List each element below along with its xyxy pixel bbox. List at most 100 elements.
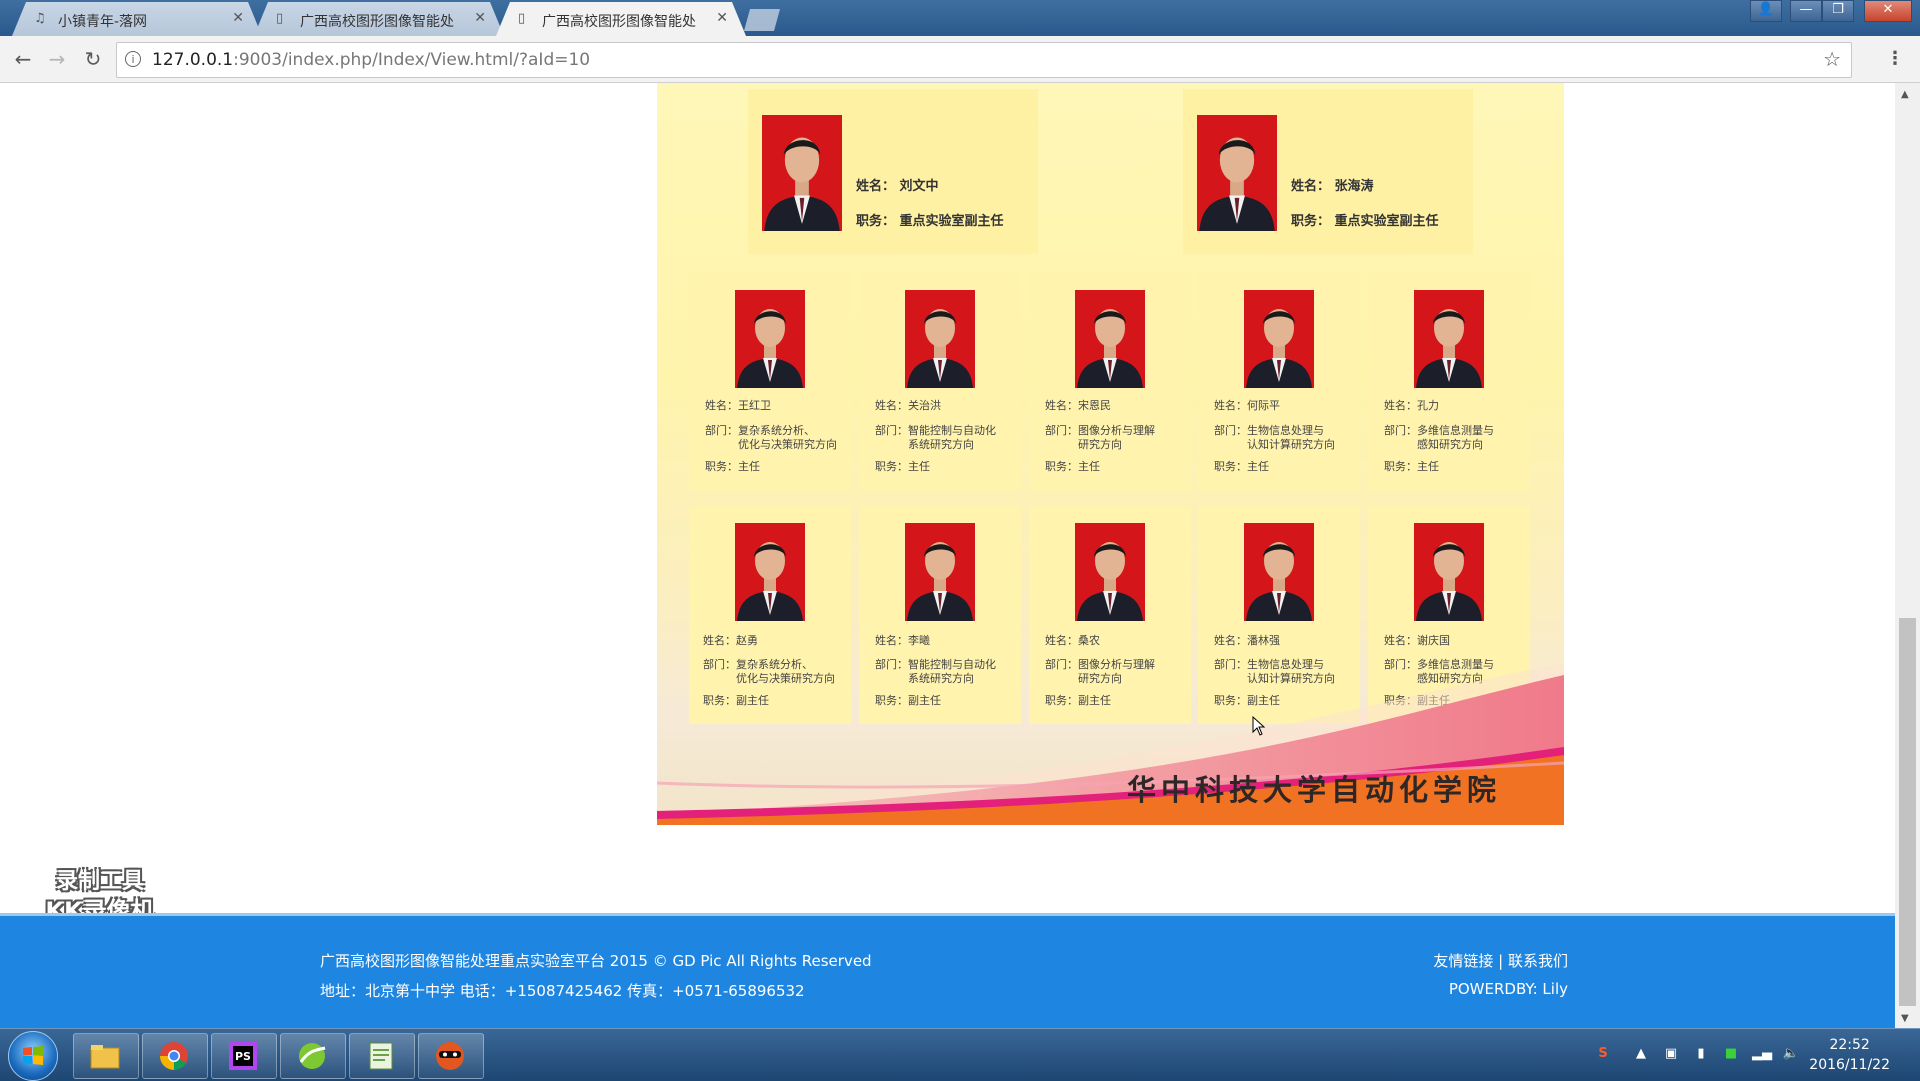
member-dept: 部门：生物信息处理与	[1214, 424, 1324, 437]
windows-taskbar: PS S ▲ ▣ ▮ ■ ▂▄ 🔈 22:52 2016/11/22	[0, 1028, 1920, 1081]
vertical-scrollbar[interactable]: ▲ ▼	[1895, 83, 1920, 1028]
network-status-icon[interactable]: ■	[1722, 1045, 1740, 1063]
portrait-photo	[1414, 523, 1484, 621]
taskbar-notepad[interactable]	[349, 1033, 415, 1079]
portrait-photo	[905, 523, 975, 621]
member-card: 姓名：孔力 部门：多维信息测量与 感知研究方向 职务：主任	[1368, 273, 1530, 491]
member-name: 姓名：李曦	[875, 634, 930, 647]
chrome-icon	[160, 1042, 188, 1070]
start-button[interactable]	[8, 1031, 58, 1081]
leader-role: 职务： 重点实验室副主任	[856, 214, 1004, 229]
member-role: 职务：主任	[875, 460, 930, 473]
system-clock[interactable]: 22:52 2016/11/22	[1809, 1035, 1890, 1075]
tab-title: 小镇青年-落网	[58, 14, 148, 30]
page-viewport: 姓名： 刘文中 职务： 重点实验室副主任 姓名： 张海涛 职务： 重点实验室副主…	[0, 83, 1895, 1028]
tab-close-icon[interactable]: ✕	[716, 10, 728, 26]
show-hidden-icons-icon[interactable]: ▲	[1632, 1045, 1650, 1063]
tab-close-icon[interactable]: ✕	[232, 10, 244, 26]
member-card: 姓名：宋恩民 部门：图像分析与理解 研究方向 职务：主任	[1029, 273, 1191, 491]
sogou-ime-icon[interactable]: S	[1594, 1045, 1612, 1063]
device-icon[interactable]: ▮	[1692, 1045, 1710, 1063]
bookmark-star-icon[interactable]: ☆	[1823, 47, 1841, 71]
portrait-photo	[762, 115, 842, 231]
url-text: 127.0.0.1:9003/index.php/Index/View.html…	[152, 50, 591, 70]
member-role: 职务：主任	[705, 460, 760, 473]
member-card: 姓名：关治洪 部门：智能控制与自动化 系统研究方向 职务：主任	[859, 273, 1021, 491]
member-dept-cont: 感知研究方向	[1417, 438, 1483, 451]
forward-arrow-icon[interactable]: →	[44, 46, 70, 72]
portrait-photo	[1244, 523, 1314, 621]
windows-logo-icon	[23, 1046, 43, 1065]
member-dept: 部门：智能控制与自动化	[875, 424, 996, 437]
reload-icon[interactable]: ↻	[80, 46, 106, 72]
member-dept: 部门：复杂系统分析、	[705, 424, 815, 437]
file-explorer-icon	[90, 1045, 120, 1069]
music-site-favicon-icon: ♫	[34, 11, 46, 26]
phpstorm-icon: PS	[229, 1042, 257, 1070]
member-name: 姓名：王红卫	[705, 399, 771, 412]
member-dept: 部门：图像分析与理解	[1045, 424, 1155, 437]
back-arrow-icon[interactable]: ←	[10, 46, 36, 72]
portrait-photo	[735, 290, 805, 388]
footer-powered-by: POWERDBY: Lily	[1448, 980, 1568, 998]
browser-tab-bar: ♫ 小镇青年-落网 ✕ ▯ 广西高校图形图像智能处 ✕ ▯ 广西高校图形图像智能…	[0, 0, 1920, 36]
member-poster: 姓名： 刘文中 职务： 重点实验室副主任 姓名： 张海涛 职务： 重点实验室副主…	[657, 83, 1564, 825]
member-dept-cont: 研究方向	[1078, 438, 1122, 451]
address-toolbar: ← → ↻ i 127.0.0.1:9003/index.php/Index/V…	[0, 36, 1920, 83]
tab-title: 广西高校图形图像智能处	[300, 14, 454, 30]
svg-text:PS: PS	[235, 1050, 251, 1063]
footer-address: 地址：北京第十中学 电话：+15087425462 传真：+0571-65896…	[320, 982, 805, 1000]
tab-close-icon[interactable]: ✕	[474, 10, 486, 26]
taskbar-phpstorm[interactable]: PS	[211, 1033, 277, 1079]
volume-icon[interactable]: 🔈	[1782, 1045, 1800, 1063]
clock-time: 22:52	[1829, 1037, 1870, 1053]
scrollbar-thumb[interactable]	[1899, 618, 1916, 1006]
minimize-button[interactable]: —	[1790, 0, 1822, 22]
site-footer: 广西高校图形图像智能处理重点实验室平台 2015 © GD Pic All Ri…	[0, 913, 1895, 1028]
taskbar-kk-recorder[interactable]	[418, 1033, 484, 1079]
member-role: 职务：主任	[1045, 460, 1100, 473]
taskbar-green-app[interactable]	[280, 1033, 346, 1079]
tab-title: 广西高校图形图像智能处	[542, 14, 696, 30]
footer-links[interactable]: 友情链接 | 联系我们	[1433, 950, 1568, 971]
member-name: 姓名：何际平	[1214, 399, 1280, 412]
user-profile-button[interactable]: 👤	[1750, 0, 1782, 22]
clock-date: 2016/11/22	[1809, 1057, 1890, 1073]
portrait-photo	[1244, 290, 1314, 388]
browser-tab[interactable]: ♫ 小镇青年-落网 ✕	[12, 2, 262, 36]
member-role: 职务：主任	[1214, 460, 1269, 473]
member-name: 姓名：赵勇	[703, 634, 758, 647]
member-dept: 部门：多维信息测量与	[1384, 424, 1494, 437]
browser-tab[interactable]: ▯ 广西高校图形图像智能处 ✕	[254, 2, 504, 36]
taskbar-file-explorer[interactable]	[73, 1033, 139, 1079]
url-input[interactable]: i 127.0.0.1:9003/index.php/Index/View.ht…	[116, 42, 1852, 78]
kk-recorder-icon	[436, 1042, 464, 1070]
close-window-button[interactable]: ✕	[1864, 0, 1912, 22]
browser-menu-icon[interactable]: ⋮	[1886, 48, 1904, 69]
scroll-up-arrow-icon[interactable]: ▲	[1901, 89, 1909, 100]
maximize-button[interactable]: ❐	[1822, 0, 1854, 22]
member-name: 姓名：关治洪	[875, 399, 941, 412]
footer-copyright: 广西高校图形图像智能处理重点实验室平台 2015 © GD Pic All Ri…	[320, 952, 872, 970]
site-info-icon[interactable]: i	[125, 51, 141, 67]
college-name-banner-text: 华中科技大学自动化学院	[1127, 773, 1502, 807]
member-card: 姓名：王红卫 部门：复杂系统分析、 优化与决策研究方向 职务：主任	[689, 273, 851, 491]
member-name: 姓名：孔力	[1384, 399, 1439, 412]
taskbar-chrome[interactable]	[142, 1033, 208, 1079]
leader-card: 姓名： 刘文中 职务： 重点实验室副主任	[748, 89, 1038, 254]
display-icon[interactable]: ▣	[1662, 1045, 1680, 1063]
portrait-photo	[905, 290, 975, 388]
browser-tab-active[interactable]: ▯ 广西高校图形图像智能处 ✕	[496, 2, 746, 36]
leader-role: 职务： 重点实验室副主任	[1291, 214, 1439, 229]
portrait-photo	[735, 523, 805, 621]
portrait-photo	[1075, 523, 1145, 621]
member-dept-cont: 系统研究方向	[908, 438, 974, 451]
member-dept-cont: 优化与决策研究方向	[738, 438, 837, 451]
member-name: 姓名：潘林强	[1214, 634, 1280, 647]
new-tab-button[interactable]	[744, 9, 780, 31]
member-name: 姓名：桑农	[1045, 634, 1100, 647]
page-favicon-icon: ▯	[518, 11, 526, 26]
member-name: 姓名：谢庆国	[1384, 634, 1450, 647]
signal-strength-icon[interactable]: ▂▄	[1752, 1045, 1772, 1063]
scroll-down-arrow-icon[interactable]: ▼	[1901, 1013, 1909, 1024]
